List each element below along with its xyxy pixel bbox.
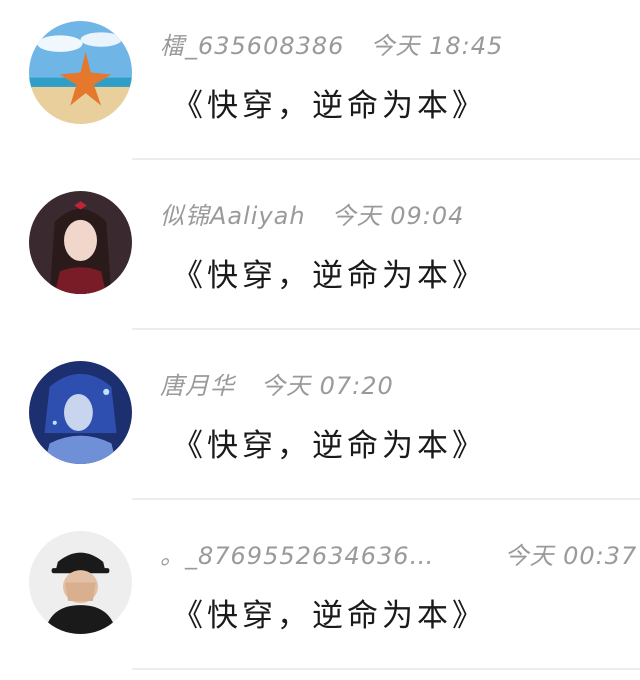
anime-girl-avatar-image — [29, 191, 132, 294]
divider — [132, 158, 640, 160]
username[interactable]: 似锦Aaliyah — [160, 202, 306, 230]
blue-fantasy-avatar[interactable] — [29, 361, 132, 464]
comment-text[interactable]: 《快穿，逆命为本》 — [172, 80, 487, 125]
comment-meta: 。_8769552634636… 今天 00:37 — [160, 536, 637, 576]
comment-text[interactable]: 《快穿，逆命为本》 — [172, 250, 487, 295]
cap-man-avatar[interactable] — [29, 531, 132, 634]
starfish-beach-avatar[interactable] — [29, 21, 132, 124]
divider — [132, 668, 640, 670]
comment-meta: 檑_635608386 今天 18:45 — [160, 26, 503, 66]
starfish-beach-avatar-image — [29, 21, 132, 124]
comment-text[interactable]: 《快穿，逆命为本》 — [172, 420, 487, 465]
divider — [132, 498, 640, 500]
divider — [132, 328, 640, 330]
username[interactable]: 檑_635608386 — [160, 32, 344, 60]
comment-list: 檑_635608386 今天 18:45 《快穿，逆命为本》 似锦Aaliyah 今… — [0, 0, 640, 679]
timestamp: 今天 00:37 — [504, 542, 638, 570]
comment-item[interactable]: 似锦Aaliyah 今天 09:04 《快穿，逆命为本》 — [0, 170, 640, 340]
comment-item[interactable]: 。_8769552634636… 今天 00:37 《快穿，逆命为本》 — [0, 510, 640, 680]
comment-text[interactable]: 《快穿，逆命为本》 — [172, 590, 487, 635]
timestamp: 今天 07:20 — [261, 372, 394, 400]
anime-girl-avatar[interactable] — [29, 191, 132, 294]
comment-meta: 唐月华 今天 07:20 — [160, 366, 394, 406]
username[interactable]: 。_8769552634636… — [160, 542, 435, 570]
cap-man-avatar-image — [29, 531, 132, 634]
comment-item[interactable]: 檑_635608386 今天 18:45 《快穿，逆命为本》 — [0, 0, 640, 170]
comment-item[interactable]: 唐月华 今天 07:20 《快穿，逆命为本》 — [0, 340, 640, 510]
timestamp: 今天 18:45 — [370, 32, 504, 60]
timestamp: 今天 09:04 — [331, 202, 465, 230]
username[interactable]: 唐月华 — [160, 372, 235, 400]
comment-meta: 似锦Aaliyah 今天 09:04 — [160, 196, 464, 236]
blue-fantasy-avatar-image — [29, 361, 132, 464]
